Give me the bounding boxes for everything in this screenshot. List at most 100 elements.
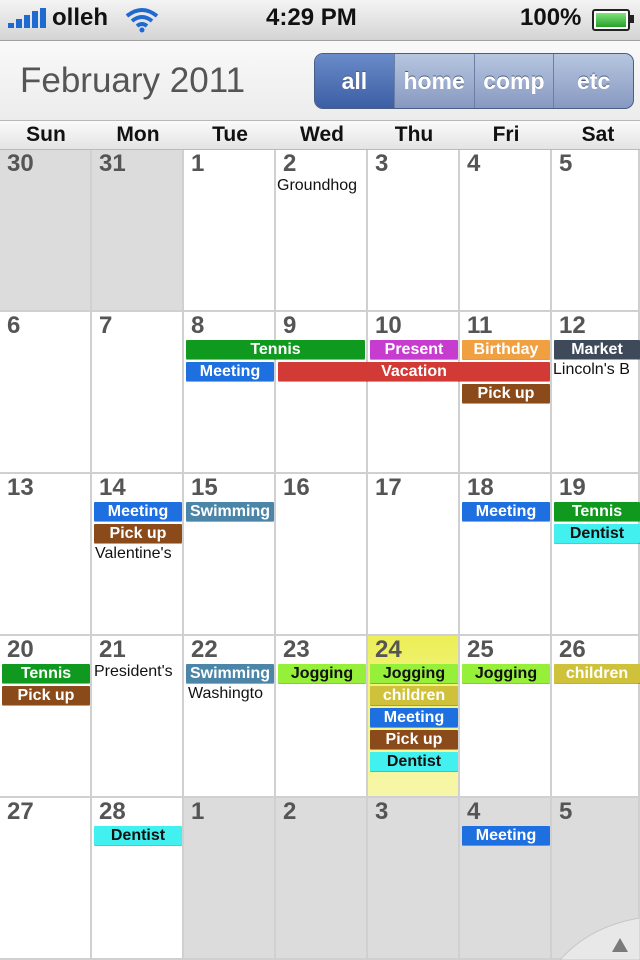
event-vacation[interactable]: Vacation (278, 362, 550, 381)
event-present[interactable]: Present (370, 340, 458, 359)
day-number: 4 (467, 150, 481, 177)
status-bar: olleh 4:29 PM 100% (0, 0, 640, 41)
event-children[interactable]: children (554, 664, 640, 683)
day-number: 1 (191, 798, 205, 825)
filter-comp-button[interactable]: comp (473, 54, 554, 108)
day-cell[interactable]: 13 (0, 474, 92, 636)
day-cell[interactable]: 2 (276, 798, 368, 960)
day-cell[interactable]: 30 (0, 150, 92, 312)
day-number: 30 (7, 150, 34, 177)
day-number: 25 (467, 636, 494, 663)
day-number: 18 (467, 474, 494, 501)
weekday-tue: Tue (212, 123, 248, 146)
holiday-note: Washingto (188, 685, 263, 702)
filter-all-button[interactable]: all (315, 54, 394, 108)
event-pick-up[interactable]: Pick up (94, 524, 182, 543)
filter-home-button[interactable]: home (393, 54, 474, 108)
day-cell[interactable]: 2 Groundhog (276, 150, 368, 312)
event-pick-up[interactable]: Pick up (2, 686, 90, 705)
day-cell[interactable]: 19 (552, 474, 640, 636)
day-cell[interactable]: 18 (460, 474, 552, 636)
event-swimming[interactable]: Swimming (186, 502, 274, 521)
day-number: 5 (559, 798, 573, 825)
day-cell[interactable]: 17 (368, 474, 460, 636)
day-number: 13 (7, 474, 34, 501)
day-number: 4 (467, 798, 481, 825)
event-jogging[interactable]: Jogging (278, 664, 366, 683)
day-number: 24 (375, 636, 402, 663)
filter-etc-button[interactable]: etc (553, 54, 633, 108)
event-jogging[interactable]: Jogging (370, 664, 458, 683)
weekday-fri: Fri (492, 123, 520, 146)
weekday-wed: Wed (300, 123, 344, 146)
day-cell[interactable]: 1 (184, 150, 276, 312)
clock: 4:29 PM (266, 4, 357, 31)
event-dentist[interactable]: Dentist (370, 752, 458, 771)
day-cell[interactable]: 14 Valentine's (92, 474, 184, 636)
day-number: 17 (375, 474, 402, 501)
day-cell[interactable]: 20 (0, 636, 92, 798)
wifi-icon (125, 8, 159, 33)
event-tennis[interactable]: Tennis (186, 340, 365, 359)
day-cell[interactable]: 15 (184, 474, 276, 636)
day-number: 2 (283, 150, 297, 177)
month-title: February 2011 (20, 61, 246, 100)
battery-icon (592, 9, 634, 31)
day-number: 6 (7, 312, 21, 339)
day-number: 10 (375, 312, 402, 339)
day-cell[interactable]: 5 (552, 150, 640, 312)
day-cell[interactable]: 6 (0, 312, 92, 474)
day-cell[interactable]: 22 Washingto (184, 636, 276, 798)
weekday-thu: Thu (394, 123, 434, 146)
day-cell[interactable]: 31 (92, 150, 184, 312)
page-curl-button[interactable] (550, 918, 640, 960)
event-jogging[interactable]: Jogging (462, 664, 550, 683)
day-number: 21 (99, 636, 126, 663)
day-cell[interactable]: 27 (0, 798, 92, 960)
event-meeting[interactable]: Meeting (370, 708, 458, 727)
weekday-header: Sun Mon Tue Wed Thu Fri Sat (0, 121, 640, 150)
event-dentist[interactable]: Dentist (554, 524, 640, 543)
day-cell[interactable]: 3 (368, 798, 460, 960)
event-meeting[interactable]: Meeting (94, 502, 182, 521)
holiday-note: Groundhog (277, 177, 358, 194)
day-cell[interactable]: 10 (368, 312, 460, 474)
event-dentist[interactable]: Dentist (94, 826, 182, 845)
day-cell[interactable]: 1 (184, 798, 276, 960)
holiday-note: President's (94, 663, 173, 680)
day-cell[interactable]: 9 (276, 312, 368, 474)
day-cell[interactable]: 12 Lincoln's B (552, 312, 640, 474)
day-number: 15 (191, 474, 218, 501)
day-number: 16 (283, 474, 310, 501)
event-birthday[interactable]: Birthday (462, 340, 550, 359)
day-cell[interactable]: 4 (460, 798, 552, 960)
holiday-note: Valentine's (95, 545, 172, 562)
event-pick-up[interactable]: Pick up (370, 730, 458, 749)
day-cell[interactable]: 25 (460, 636, 552, 798)
event-pick-up[interactable]: Pick up (462, 384, 550, 403)
day-number: 2 (283, 798, 297, 825)
event-tennis[interactable]: Tennis (2, 664, 90, 683)
day-number: 11 (467, 312, 493, 339)
event-meeting[interactable]: Meeting (186, 362, 274, 381)
event-children[interactable]: children (370, 686, 458, 705)
day-cell[interactable]: 23 (276, 636, 368, 798)
event-swimming[interactable]: Swimming (186, 664, 274, 683)
day-cell[interactable]: 21 President's (92, 636, 184, 798)
event-meeting[interactable]: Meeting (462, 502, 550, 521)
event-tennis[interactable]: Tennis (554, 502, 640, 521)
day-number: 1 (191, 150, 205, 177)
day-number: 26 (559, 636, 586, 663)
day-cell[interactable]: 8 (184, 312, 276, 474)
day-cell[interactable]: 4 (460, 150, 552, 312)
event-market[interactable]: Market (554, 340, 640, 359)
carrier-name: olleh (52, 4, 109, 31)
day-cell[interactable]: 26 (552, 636, 640, 798)
event-meeting[interactable]: Meeting (462, 826, 550, 845)
day-cell[interactable]: 7 (92, 312, 184, 474)
holiday-note: Lincoln's B (553, 361, 630, 378)
day-cell[interactable]: 3 (368, 150, 460, 312)
day-number: 12 (559, 312, 586, 339)
day-cell[interactable]: 28 (92, 798, 184, 960)
day-cell[interactable]: 16 (276, 474, 368, 636)
